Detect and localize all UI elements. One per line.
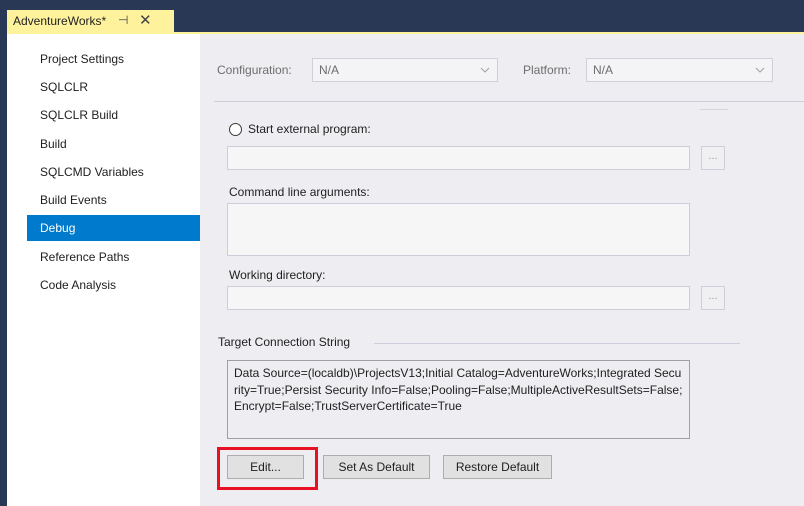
sidebar-item-build-events[interactable]: Build Events <box>27 187 200 213</box>
start-external-program-input[interactable] <box>227 146 690 170</box>
sidebar-item-sqlclr[interactable]: SQLCLR <box>27 74 200 100</box>
platform-label: Platform: <box>523 63 572 77</box>
platform-combobox[interactable]: N/A <box>586 58 773 82</box>
target-connection-string-label: Target Connection String <box>218 335 351 349</box>
browse-program-button[interactable]: ... <box>701 146 725 170</box>
debug-properties-panel: Configuration: N/A Platform: N/A Start e… <box>200 34 804 506</box>
sidebar-item-sqlclr-build[interactable]: SQLCLR Build <box>27 102 200 128</box>
chevron-down-icon <box>480 67 490 73</box>
chevron-down-icon <box>755 67 765 73</box>
sidebar-item-build[interactable]: Build <box>27 131 200 157</box>
connection-group-line <box>374 343 740 344</box>
command-line-arguments-label: Command line arguments: <box>229 185 370 199</box>
radio-icon[interactable] <box>229 123 242 136</box>
pin-icon[interactable]: ⊣ <box>118 13 128 27</box>
working-directory-input[interactable] <box>227 286 690 310</box>
sidebar-item-code-analysis[interactable]: Code Analysis <box>27 272 200 298</box>
command-line-arguments-input[interactable] <box>227 203 690 256</box>
sidebar-item-reference-paths[interactable]: Reference Paths <box>27 244 200 270</box>
configuration-label: Configuration: <box>217 63 292 77</box>
connection-string-text: Data Source=(localdb)\ProjectsV13;Initia… <box>227 360 690 439</box>
window-left-edge <box>0 32 7 506</box>
restore-default-button[interactable]: Restore Default <box>443 455 552 479</box>
working-directory-label: Working directory: <box>229 268 326 282</box>
start-external-program-label: Start external program: <box>248 122 371 136</box>
configuration-value: N/A <box>319 63 340 77</box>
platform-value: N/A <box>593 63 614 77</box>
close-icon[interactable]: ✕ <box>139 11 152 29</box>
properties-sidebar: Project Settings SQLCLR SQLCLR Build Bui… <box>7 34 207 506</box>
sidebar-item-sqlcmd-variables[interactable]: SQLCMD Variables <box>27 159 200 185</box>
clipped-divider <box>700 109 728 110</box>
sidebar-item-project-settings[interactable]: Project Settings <box>27 46 200 72</box>
document-tab[interactable]: AdventureWorks* ⊣ ✕ <box>7 10 174 32</box>
sidebar-item-debug[interactable]: Debug <box>27 215 207 241</box>
set-as-default-button[interactable]: Set As Default <box>323 455 430 479</box>
configuration-combobox[interactable]: N/A <box>312 58 498 82</box>
document-tab-title: AdventureWorks* <box>13 14 107 28</box>
highlight-box <box>217 447 318 490</box>
config-separator <box>214 101 804 102</box>
browse-directory-button[interactable]: ... <box>701 286 725 310</box>
